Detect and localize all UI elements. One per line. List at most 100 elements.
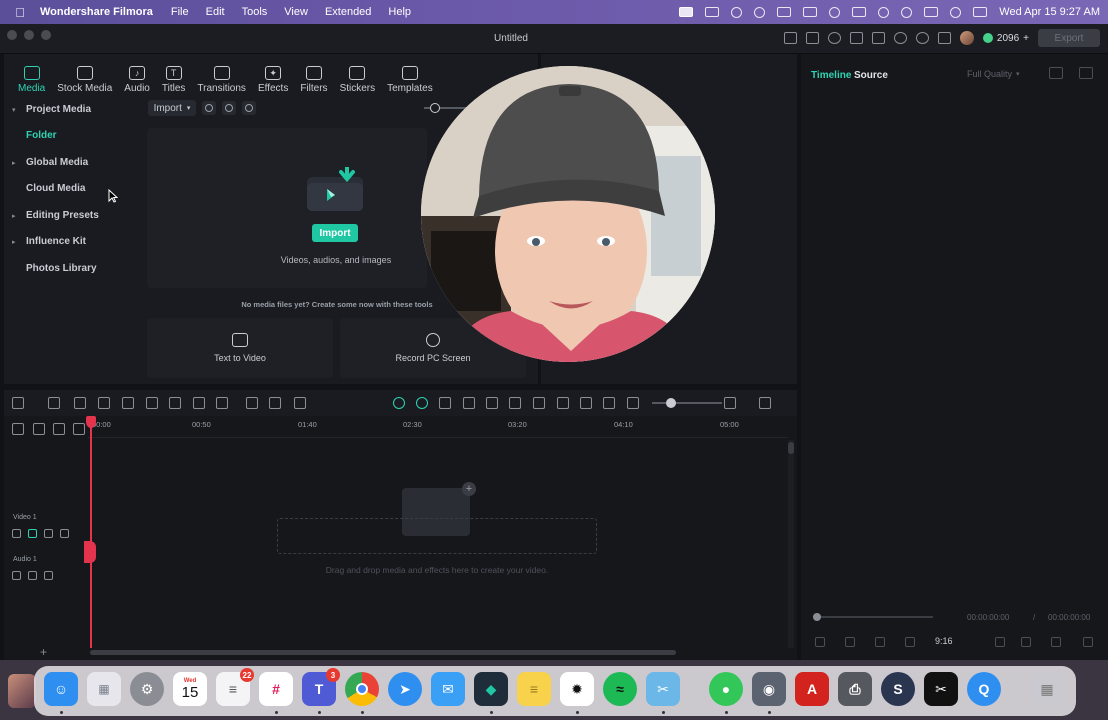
- chrome-icon[interactable]: [345, 672, 379, 706]
- app-name-menu[interactable]: Wondershare Filmora: [40, 6, 153, 18]
- camera-status-icon[interactable]: [705, 7, 720, 17]
- tab-stickers[interactable]: Stickers: [334, 58, 382, 94]
- desktop-photo-thumbnail[interactable]: [8, 674, 36, 708]
- select-tool-icon[interactable]: [48, 397, 60, 409]
- notes-icon[interactable]: ≡: [517, 672, 551, 706]
- render-icon[interactable]: [1051, 637, 1061, 647]
- speed-icon[interactable]: [269, 397, 281, 409]
- sidebar-item-editing-presets[interactable]: ▸ Editing Presets: [12, 210, 126, 221]
- tab-titles[interactable]: T Titles: [156, 58, 192, 94]
- timeline-drop-target[interactable]: [277, 518, 597, 554]
- menu-help[interactable]: Help: [388, 6, 411, 18]
- calendar-icon[interactable]: Wed 15: [173, 672, 207, 706]
- audio-link-icon[interactable]: [44, 571, 53, 580]
- bluetooth-icon[interactable]: [924, 7, 939, 17]
- finder-icon[interactable]: ☺: [44, 672, 78, 706]
- speaker-icon[interactable]: [28, 571, 37, 580]
- playhead-grip[interactable]: [84, 541, 96, 563]
- filmora-icon[interactable]: ◆: [474, 672, 508, 706]
- slack-icon[interactable]: #: [259, 672, 293, 706]
- media-drop-zone[interactable]: Import Videos, audios, and images: [147, 128, 427, 288]
- paw-icon[interactable]: [754, 6, 766, 18]
- microphone-icon[interactable]: [533, 397, 545, 409]
- track-icon[interactable]: [73, 423, 85, 435]
- lock-icon[interactable]: [12, 529, 21, 538]
- launchpad-icon[interactable]: ▦: [87, 672, 121, 706]
- undo-icon[interactable]: [74, 397, 86, 409]
- add-track-button[interactable]: +: [40, 645, 47, 659]
- marker-icon[interactable]: [439, 397, 451, 409]
- menu-view[interactable]: View: [284, 6, 308, 18]
- spotify-icon[interactable]: ≈: [603, 672, 637, 706]
- zoom-in-icon[interactable]: [724, 397, 736, 409]
- tab-templates[interactable]: Templates: [381, 58, 439, 94]
- screenshot-icon[interactable]: ◉: [752, 672, 786, 706]
- menu-edit[interactable]: Edit: [206, 6, 225, 18]
- stop-icon[interactable]: [905, 637, 915, 647]
- picture-in-picture-icon[interactable]: [580, 397, 592, 409]
- menu-file[interactable]: File: [171, 6, 189, 18]
- tab-stock-media[interactable]: Stock Media: [51, 58, 118, 94]
- delete-icon[interactable]: [122, 397, 134, 409]
- chatgpt-icon[interactable]: ✹: [560, 672, 594, 706]
- mark-in-icon[interactable]: [995, 637, 1005, 647]
- import-dropdown[interactable]: Import ▾: [148, 100, 196, 116]
- redo-icon[interactable]: [98, 397, 110, 409]
- cloud-upload-icon[interactable]: [893, 32, 907, 44]
- detach-icon[interactable]: [463, 397, 475, 409]
- system-settings-icon[interactable]: ⚙: [130, 672, 164, 706]
- cloud-icon[interactable]: [777, 7, 792, 17]
- aspect-ratio-dropdown[interactable]: 9:16: [935, 636, 953, 646]
- tab-timeline[interactable]: Timeline: [811, 70, 851, 81]
- track-layout-icon[interactable]: [759, 397, 771, 409]
- keyframe-icon[interactable]: [294, 397, 306, 409]
- add-credits-icon[interactable]: +: [1023, 33, 1029, 44]
- text-to-video-button[interactable]: Text to Video: [147, 318, 333, 378]
- timeline-ruler[interactable]: 00:00 00:50 01:40 02:30 03:20 04:10 05:0…: [88, 416, 788, 438]
- notification-icon[interactable]: [973, 7, 988, 17]
- layout-icon[interactable]: [1049, 67, 1063, 79]
- audio-link-icon[interactable]: [44, 529, 53, 538]
- reminders-icon[interactable]: ≡ 22: [216, 668, 254, 706]
- shield-icon[interactable]: [509, 397, 521, 409]
- timeline-vertical-scrollbar[interactable]: [788, 440, 794, 648]
- safari-icon[interactable]: ➤: [388, 672, 422, 706]
- avatar[interactable]: [959, 31, 974, 45]
- menu-extended[interactable]: Extended: [325, 6, 371, 18]
- credits-badge[interactable]: 2096 +: [982, 33, 1029, 44]
- printer-icon[interactable]: ⎙: [838, 672, 872, 706]
- slider-handle[interactable]: [430, 103, 440, 113]
- apple-icon[interactable]: : [0, 5, 40, 20]
- battery-icon[interactable]: [852, 7, 867, 17]
- tab-effects[interactable]: ✦ Effects: [252, 58, 294, 94]
- monitor-icon[interactable]: [849, 32, 863, 44]
- save-icon[interactable]: [871, 32, 885, 44]
- tab-source[interactable]: Source: [854, 70, 888, 81]
- step-back-icon[interactable]: [845, 637, 855, 647]
- export-button[interactable]: Export: [1038, 29, 1100, 47]
- sidebar-item-influence-kit[interactable]: ▸ Influence Kit: [12, 236, 126, 247]
- voice-icon[interactable]: [242, 101, 256, 115]
- menu-tools[interactable]: Tools: [242, 6, 268, 18]
- video-toggle-icon[interactable]: [28, 529, 37, 538]
- text-icon[interactable]: [169, 397, 181, 409]
- tab-media[interactable]: Media: [12, 58, 51, 94]
- record-webcam-icon[interactable]: [202, 101, 216, 115]
- screen-record-icon[interactable]: [679, 7, 694, 17]
- sidebar-item-folder[interactable]: Folder: [26, 130, 140, 141]
- timeline-area[interactable]: 00:00 00:50 01:40 02:30 03:20 04:10 05:0…: [4, 416, 797, 660]
- snap-icon[interactable]: [416, 397, 428, 409]
- send-icon[interactable]: [805, 32, 819, 44]
- scissors-icon[interactable]: ✂: [646, 672, 680, 706]
- quality-dropdown[interactable]: Full Quality ▾: [967, 66, 1035, 82]
- slider-handle[interactable]: [666, 398, 676, 408]
- headset-icon[interactable]: [827, 32, 841, 44]
- s-app-icon[interactable]: S: [881, 672, 915, 706]
- link-icon[interactable]: [33, 423, 45, 435]
- progress-handle[interactable]: [813, 613, 821, 621]
- pen-icon[interactable]: [216, 397, 228, 409]
- track-settings-icon[interactable]: [12, 423, 24, 435]
- sidebar-item-global-media[interactable]: ▸ Global Media: [12, 157, 126, 168]
- wifi-icon[interactable]: [901, 6, 913, 18]
- tab-audio[interactable]: ♪ Audio: [118, 58, 156, 94]
